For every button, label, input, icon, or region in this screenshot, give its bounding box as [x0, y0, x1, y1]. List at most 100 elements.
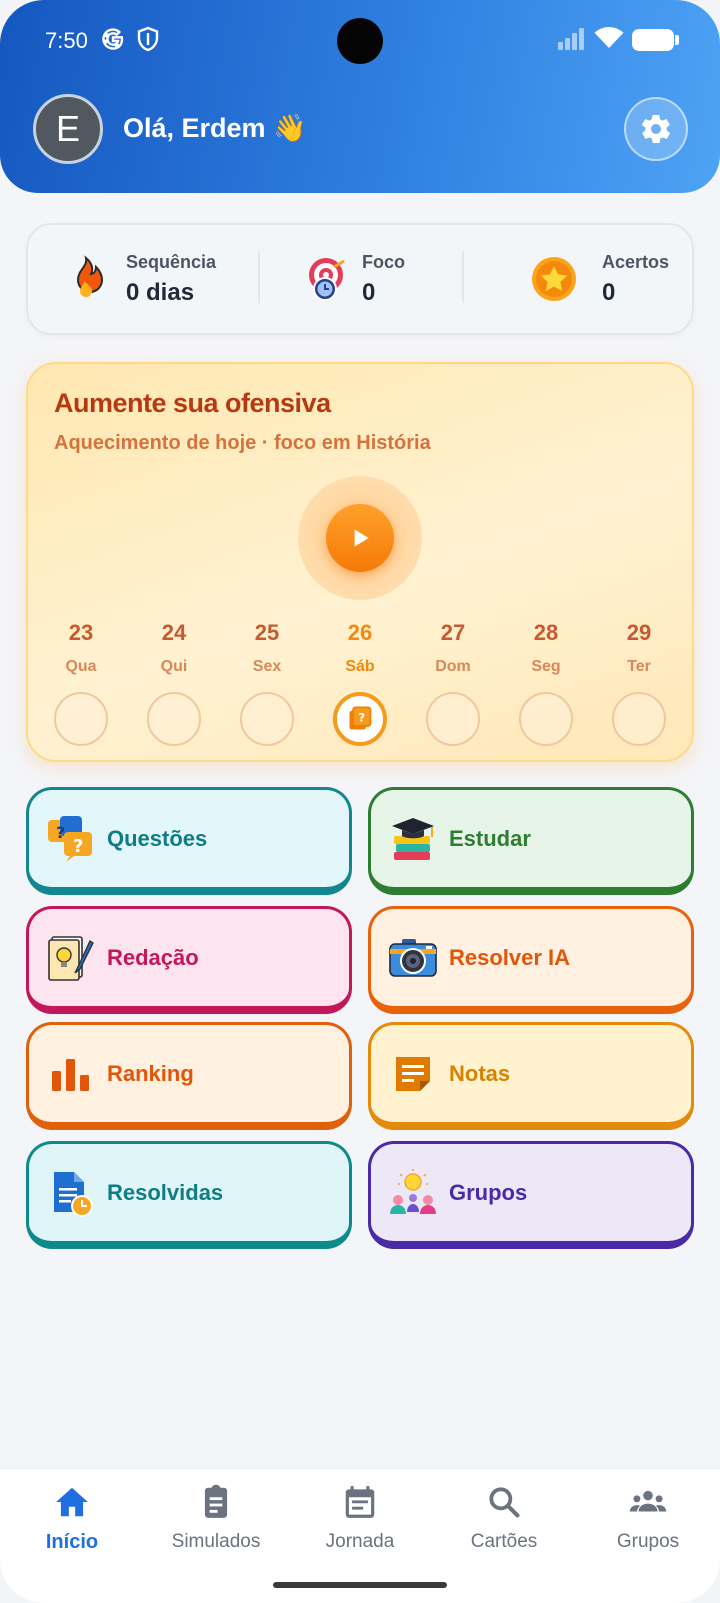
- tile-questoes[interactable]: ?? Questões: [26, 787, 352, 895]
- play-icon: [354, 529, 369, 547]
- nav-label: Início: [45, 1531, 99, 1553]
- day-item[interactable]: 25 Sex: [227, 620, 307, 746]
- nav-label: Grupos: [616, 1531, 680, 1552]
- day-circle: [240, 692, 294, 746]
- battery-icon: [632, 29, 679, 51]
- stat-value: 0 dias: [126, 279, 195, 306]
- day-item[interactable]: 24 Qui: [134, 620, 214, 746]
- tile-grupos[interactable]: Grupos: [368, 1141, 694, 1249]
- tile-estudar[interactable]: Estudar: [368, 787, 694, 895]
- day-weekday: Qui: [160, 658, 188, 675]
- calendar-icon: [345, 1486, 375, 1518]
- question-bubbles-icon: ??: [48, 816, 92, 862]
- streak-subtitle: Aquecimento de hoje · foco em História: [54, 432, 431, 454]
- graduation-books-icon: [392, 818, 434, 860]
- tile-label: Grupos: [449, 1180, 528, 1205]
- nav-inicio[interactable]: Início: [0, 1483, 144, 1554]
- tile-resolvidas[interactable]: Resolvidas: [26, 1141, 352, 1249]
- day-weekday: Sáb: [345, 658, 375, 675]
- google-icon: [102, 28, 124, 50]
- stat-value: 0: [362, 279, 376, 306]
- day-item[interactable]: 28 Seg: [506, 620, 586, 746]
- nav-label: Simulados: [171, 1531, 261, 1552]
- play-halo: [298, 476, 422, 600]
- shield-icon: [137, 26, 159, 52]
- tile-resolver-ia[interactable]: Resolver IA: [368, 906, 694, 1014]
- nav-jornada[interactable]: Jornada: [288, 1483, 432, 1553]
- wifi-icon: [594, 26, 624, 48]
- day-item[interactable]: 27 Dom: [413, 620, 493, 746]
- stat-label: Foco: [362, 252, 405, 272]
- day-circle: [54, 692, 108, 746]
- tile-label: Notas: [449, 1061, 511, 1086]
- tile-ranking[interactable]: Ranking: [26, 1022, 352, 1130]
- day-circle: ?: [333, 692, 387, 746]
- day-number: 29: [626, 620, 652, 645]
- day-weekday: Dom: [435, 658, 471, 675]
- day-number: 28: [533, 620, 559, 645]
- day-circle: [519, 692, 573, 746]
- target-clock-icon: [309, 258, 345, 301]
- day-item[interactable]: 29 Ter: [599, 620, 679, 746]
- tile-label: Redação: [107, 945, 199, 970]
- stat-sequencia: Sequência 0 dias: [28, 225, 258, 333]
- nav-label: Jornada: [325, 1531, 395, 1552]
- camera-icon: [389, 939, 437, 977]
- nav-grupos[interactable]: Grupos: [576, 1483, 720, 1553]
- essay-pencil-icon: [48, 936, 94, 981]
- day-circle: [426, 692, 480, 746]
- star-icon: [532, 257, 576, 301]
- day-weekday: Sex: [252, 658, 282, 675]
- greeting-text: Olá, Erdem 👋: [123, 113, 307, 143]
- svg-text:?: ?: [73, 836, 83, 857]
- day-item[interactable]: 23 Qua: [41, 620, 121, 746]
- day-weekday: Seg: [531, 658, 561, 675]
- home-indicator[interactable]: [273, 1582, 447, 1588]
- streak-title: Aumente sua ofensiva: [54, 388, 331, 418]
- play-button[interactable]: [326, 504, 394, 572]
- avatar[interactable]: E: [33, 94, 103, 164]
- day-number: 24: [161, 620, 187, 645]
- app-screen: 7:50 E Olá, Erdem 👋 Sequência 0 dias Foc…: [0, 0, 720, 1603]
- tile-label: Questões: [107, 826, 208, 851]
- day-number: 25: [254, 620, 280, 645]
- settings-button[interactable]: [624, 97, 688, 161]
- stats-card: Sequência 0 dias Foco 0 Acertos 0: [26, 223, 694, 335]
- day-weekday: Ter: [627, 658, 651, 675]
- tile-label: Estudar: [449, 826, 531, 851]
- day-number: 26: [347, 620, 373, 645]
- nav-label: Cartões: [470, 1531, 538, 1552]
- day-circle: [147, 692, 201, 746]
- nav-cartoes[interactable]: Cartões: [432, 1483, 576, 1553]
- clipboard-icon: [204, 1484, 228, 1518]
- bar-chart-icon: [52, 1059, 89, 1091]
- tile-redacao[interactable]: Redação: [26, 906, 352, 1014]
- header: 7:50 E Olá, Erdem 👋: [0, 0, 720, 193]
- tile-label: Resolver IA: [449, 945, 571, 970]
- svg-text:?: ?: [56, 823, 65, 842]
- people-icon: [629, 1490, 667, 1512]
- group-idea-icon: [390, 1169, 436, 1214]
- document-clock-icon: [54, 1172, 93, 1217]
- streak-card: Aumente sua ofensiva Aquecimento de hoje…: [26, 362, 694, 762]
- stat-label: Sequência: [126, 252, 217, 272]
- stat-foco: Foco 0: [260, 225, 460, 333]
- day-circle: [612, 692, 666, 746]
- nav-simulados[interactable]: Simulados: [144, 1483, 288, 1553]
- day-number: 27: [440, 620, 466, 645]
- fire-icon: [76, 255, 104, 297]
- status-time: 7:50: [45, 28, 88, 53]
- signal-icon: [558, 28, 584, 50]
- tile-label: Ranking: [107, 1061, 194, 1086]
- tile-label: Resolvidas: [107, 1180, 224, 1205]
- day-weekday: Qua: [65, 658, 97, 675]
- stat-value: 0: [602, 279, 616, 306]
- search-icon: [489, 1487, 520, 1518]
- day-item-today[interactable]: 26 Sáb ?: [320, 620, 400, 746]
- svg-text:?: ?: [358, 710, 365, 724]
- tile-notas[interactable]: Notas: [368, 1022, 694, 1130]
- gear-icon: [642, 114, 670, 144]
- avatar-letter: E: [55, 108, 80, 149]
- quiz-book-icon: ?: [349, 706, 372, 730]
- day-number: 23: [68, 620, 94, 645]
